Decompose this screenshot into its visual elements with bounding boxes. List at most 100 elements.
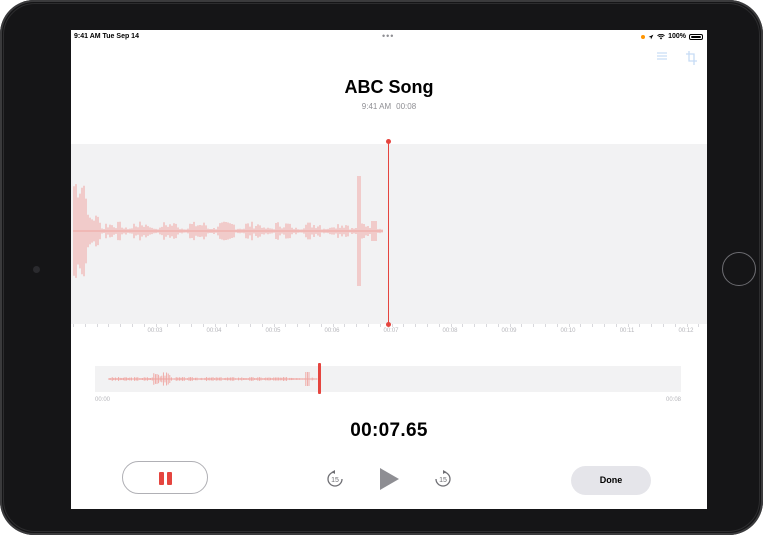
- timeline-tick-label: 00:10: [560, 328, 576, 334]
- timeline-minor-tick: [698, 324, 699, 327]
- timeline-minor-tick: [321, 324, 322, 327]
- battery-icon: [689, 33, 703, 40]
- timeline-minor-tick: [309, 324, 310, 327]
- timeline-minor-tick: [415, 324, 416, 327]
- timeline-tick-label: 00:11: [619, 328, 635, 334]
- timeline-minor-tick: [356, 324, 357, 327]
- timeline-minor-tick: [262, 324, 263, 327]
- timeline-minor-tick: [73, 324, 74, 327]
- timeline-minor-tick: [510, 324, 511, 327]
- timeline-tick-label: 00:06: [324, 328, 340, 334]
- timeline-tick-label: 00:08: [442, 328, 458, 334]
- timeline-minor-tick: [675, 324, 676, 327]
- timeline-minor-tick: [451, 324, 452, 327]
- ipad-bezel: 9:41 AM Tue Sep 14 ••• 100% ABC Song 9:4…: [0, 0, 763, 535]
- overview-scrubber[interactable]: [95, 366, 681, 392]
- timeline-minor-tick: [628, 324, 629, 327]
- timeline-minor-tick: [474, 324, 475, 327]
- timeline-minor-tick: [285, 324, 286, 327]
- timeline-minor-tick: [108, 324, 109, 327]
- status-time: 9:41 AM Tue Sep 14: [74, 33, 139, 40]
- voice-memos-screen: 9:41 AM Tue Sep 14 ••• 100% ABC Song 9:4…: [71, 30, 707, 509]
- wifi-icon: [657, 33, 665, 39]
- timeline-minor-tick: [616, 324, 617, 327]
- overview-end-time: 00:08: [665, 397, 681, 403]
- timeline-minor-tick: [191, 324, 192, 327]
- playhead-bottom-handle[interactable]: [386, 322, 391, 327]
- options-icon[interactable]: [656, 51, 668, 61]
- timeline-minor-tick: [580, 324, 581, 327]
- timeline-minor-tick: [215, 324, 216, 327]
- timeline-minor-tick: [333, 324, 334, 327]
- timeline-minor-tick: [521, 324, 522, 327]
- timeline-tick-label: 00:07: [383, 328, 399, 334]
- timeline-minor-tick: [427, 324, 428, 327]
- timeline-minor-tick: [132, 324, 133, 327]
- pause-button[interactable]: [122, 461, 208, 494]
- timeline-minor-tick: [557, 324, 558, 327]
- status-bar: 9:41 AM Tue Sep 14 ••• 100%: [71, 30, 707, 44]
- timeline-minor-tick: [368, 324, 369, 327]
- timeline-minor-tick: [639, 324, 640, 327]
- timeline-tick-label: 00:05: [265, 328, 281, 334]
- timeline-minor-tick: [250, 324, 251, 327]
- timeline-minor-tick: [486, 324, 487, 327]
- trim-icon[interactable]: [686, 51, 697, 65]
- editing-tools: [656, 51, 697, 65]
- timeline-minor-tick: [297, 324, 298, 327]
- skip-back-15-icon[interactable]: 15: [325, 469, 345, 489]
- timeline-minor-tick: [545, 324, 546, 327]
- microphone-indicator-icon: [641, 34, 646, 39]
- timeline-minor-tick: [392, 324, 393, 327]
- timeline-minor-tick: [179, 324, 180, 327]
- status-icons: 100%: [641, 33, 703, 40]
- recording-title[interactable]: ABC Song: [71, 77, 707, 98]
- timeline-minor-tick: [156, 324, 157, 327]
- timeline-minor-tick: [167, 324, 168, 327]
- timeline-minor-tick: [663, 324, 664, 327]
- timeline-minor-tick: [592, 324, 593, 327]
- elapsed-timer: 00:07.65: [350, 420, 428, 441]
- timeline-minor-tick: [380, 324, 381, 327]
- front-camera: [33, 266, 40, 273]
- timeline-tick-label: 00:12: [678, 328, 694, 334]
- overview-start-time: 00:00: [95, 397, 111, 403]
- timeline-minor-tick: [651, 324, 652, 327]
- play-icon[interactable]: [377, 467, 401, 491]
- timeline-minor-tick: [85, 324, 86, 327]
- location-icon: [648, 34, 654, 39]
- skip-forward-15-icon[interactable]: 15: [433, 469, 453, 489]
- timeline-minor-tick: [144, 324, 145, 327]
- skip-forward-label: 15: [439, 477, 447, 484]
- timeline-minor-tick: [462, 324, 463, 327]
- recording-meta: 9:41 AM 00:08: [71, 102, 707, 111]
- timeline-minor-tick: [403, 324, 404, 327]
- waveform: [73, 176, 383, 286]
- skip-back-label: 15: [331, 477, 339, 484]
- timeline-minor-tick: [533, 324, 534, 327]
- timeline-tick-label: 00:03: [147, 328, 163, 334]
- playhead-top-handle[interactable]: [386, 139, 391, 144]
- timeline-minor-tick: [604, 324, 605, 327]
- timeline-minor-tick: [238, 324, 239, 327]
- timeline-minor-tick: [274, 324, 275, 327]
- timeline-minor-tick: [344, 324, 345, 327]
- playhead[interactable]: [388, 140, 389, 326]
- timeline-minor-tick: [203, 324, 204, 327]
- timeline-minor-tick: [120, 324, 121, 327]
- waveform-area[interactable]: [71, 144, 707, 324]
- done-button[interactable]: Done: [571, 466, 651, 495]
- timeline-minor-tick: [498, 324, 499, 327]
- timeline-minor-tick: [439, 324, 440, 327]
- home-button[interactable]: [722, 252, 756, 286]
- battery-percentage: 100%: [668, 33, 686, 40]
- recording-time: 9:41 AM: [361, 102, 392, 111]
- pause-icon: [159, 472, 173, 485]
- overview-position-handle[interactable]: [318, 363, 321, 394]
- timeline-tick-label: 00:04: [206, 328, 222, 334]
- timeline-tick-label: 00:09: [501, 328, 517, 334]
- timeline-minor-tick: [569, 324, 570, 327]
- multitasking-dots[interactable]: •••: [382, 31, 394, 41]
- timeline-minor-tick: [687, 324, 688, 327]
- recording-duration: 00:08: [396, 102, 417, 111]
